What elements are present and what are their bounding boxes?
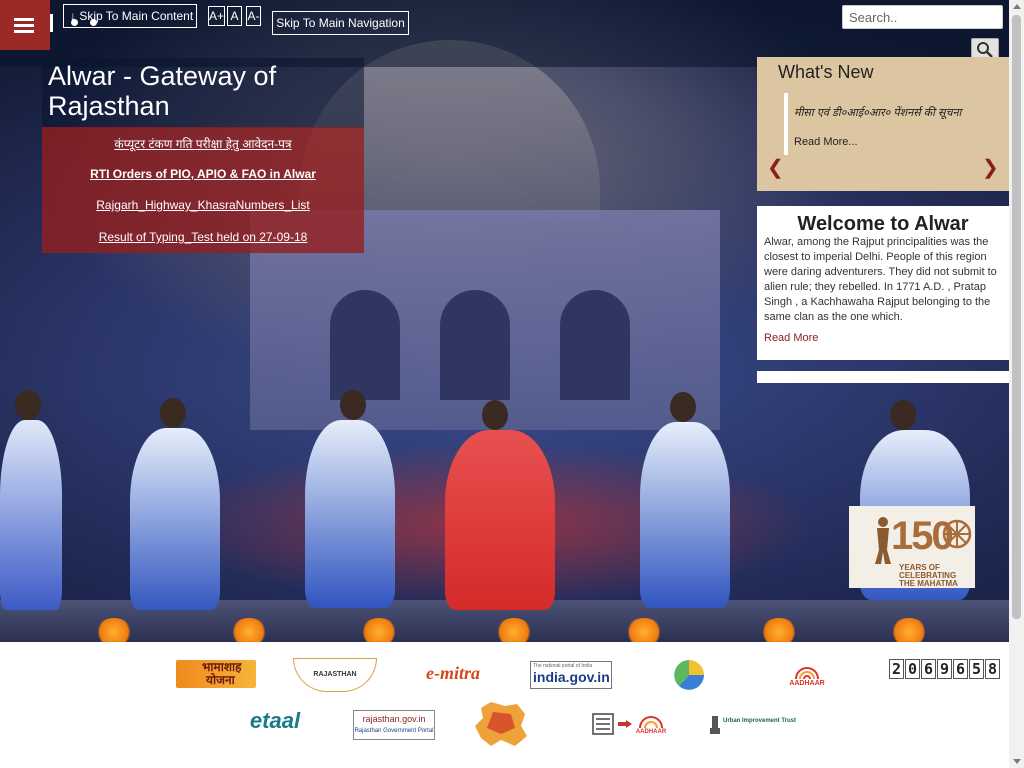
bhamashah-yojana-logo[interactable]: भामाशाह योजना	[176, 660, 256, 688]
charkha-wheel-icon	[942, 519, 972, 549]
india-gov-logo[interactable]: The national portal of India india.gov.i…	[530, 661, 612, 689]
welcome-panel: Welcome to Alwar Alwar, among the Rajput…	[757, 206, 1009, 360]
aadhaar-logo[interactable]: AADHAAR	[783, 659, 831, 689]
arrow-right-icon	[618, 720, 632, 728]
scrollbar-thumb[interactable]	[1012, 15, 1021, 619]
whats-new-panel: What's New मीसा एवं डी०आई०आर० पेंशनर्स क…	[757, 57, 1009, 191]
slider-dot[interactable]	[90, 19, 97, 26]
skip-to-main-navigation-link[interactable]: Skip To Main Navigation	[272, 11, 409, 35]
palace-arch	[560, 290, 630, 400]
search-input[interactable]	[842, 5, 1003, 29]
aadhaar-voter-link-logo[interactable]: AADHAAR	[591, 710, 667, 738]
divider	[50, 14, 53, 32]
rajasthan-logo[interactable]: RAJASTHAN	[293, 658, 377, 692]
chevron-right-icon[interactable]: ❯	[982, 155, 999, 180]
panel-strip	[757, 371, 1009, 383]
hamburger-menu-button[interactable]	[0, 0, 50, 50]
divider	[784, 93, 788, 155]
font-normal-button[interactable]: A	[227, 6, 242, 26]
gandhi-150-caption: YEARS OF CELEBRATING THE MAHATMA	[899, 563, 958, 588]
welcome-title: Welcome to Alwar	[797, 213, 969, 235]
site-title-box: Alwar - Gateway of Rajasthan	[42, 58, 364, 128]
palace-arch	[330, 290, 400, 400]
font-decrease-button[interactable]: A-	[246, 6, 261, 26]
pie-chart-logo[interactable]	[673, 659, 705, 691]
palace-arch	[440, 290, 510, 400]
news-link[interactable]: Rajgarh_Highway_KhasraNumbers_List	[42, 198, 364, 212]
whats-new-read-more-link[interactable]: Read More...	[794, 136, 858, 148]
site-title: Alwar - Gateway of Rajasthan	[48, 61, 277, 121]
rajasthan-map-logo[interactable]	[471, 700, 529, 748]
chevron-left-icon[interactable]: ❮	[767, 155, 784, 180]
aadhaar-fingerprint-icon	[639, 716, 663, 728]
welcome-read-more-link[interactable]: Read More	[764, 332, 818, 344]
whats-new-title: What's New	[778, 62, 874, 82]
news-link[interactable]: RTI Orders of PIO, APIO & FAO in Alwar	[42, 167, 364, 181]
slider-dot[interactable]	[71, 19, 78, 26]
emblem-icon	[710, 716, 720, 734]
urban-improvement-trust-logo[interactable]: Urban Improvement Trust	[709, 714, 796, 736]
emitra-logo[interactable]: e-mitra	[413, 663, 493, 684]
font-increase-button[interactable]: A+	[208, 6, 225, 26]
gandhi-150-banner[interactable]: 150 YEARS OF CELEBRATING THE MAHATMA	[849, 506, 975, 588]
news-link[interactable]: Result of Typing_Test held on 27-09-18	[42, 230, 364, 244]
skip-to-main-content-link[interactable]: ↓ Skip To Main Content	[63, 4, 197, 28]
visitor-counter: 2069658	[889, 659, 1001, 679]
etaal-logo[interactable]: etaal	[239, 708, 311, 734]
scroll-down-arrow-icon[interactable]	[1013, 759, 1021, 764]
scroll-up-arrow-icon[interactable]	[1013, 4, 1021, 9]
voter-machine-icon	[592, 713, 614, 735]
welcome-text: Alwar, among the Rajput principalities w…	[764, 236, 997, 323]
aadhaar-fingerprint-icon	[795, 667, 819, 679]
news-link[interactable]: कंप्यूटर टंकण गति परीक्षा हेतु आवेदन-पत्…	[42, 135, 364, 152]
news-links-box: कंप्यूटर टंकण गति परीक्षा हेतु आवेदन-पत्…	[42, 127, 364, 253]
rajasthan-gov-logo[interactable]: rajasthan.gov.in Rajasthan Government Po…	[353, 710, 435, 740]
whats-new-item[interactable]: मीसा एवं डी०आई०आर० पेंशनर्स की सूचना	[794, 105, 961, 120]
